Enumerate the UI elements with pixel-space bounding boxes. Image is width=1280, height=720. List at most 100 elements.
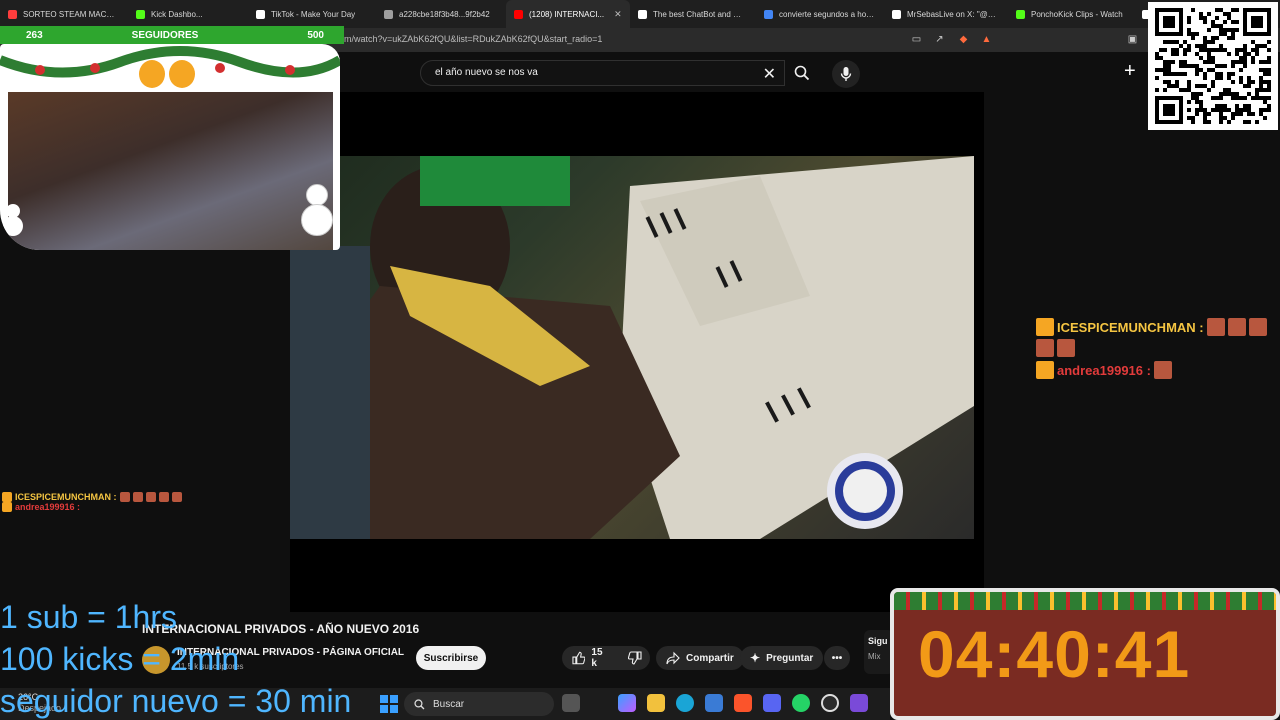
tab-favicon-icon	[514, 9, 523, 19]
sidebar-toggle-icon[interactable]: ▣	[1126, 33, 1139, 46]
chat-username: andrea199916 :	[1057, 362, 1151, 378]
brave-shield-icon[interactable]: ◆	[957, 33, 970, 46]
timer-garland	[894, 592, 1276, 610]
search-icon	[414, 698, 425, 709]
timer-value: 04:40:41	[918, 617, 1191, 691]
screen: SORTEO STEAM MACHETE Kick Dashbo... TikTok…	[0, 0, 1280, 720]
video-player[interactable]	[290, 92, 984, 612]
rule-line: seguidor nuevo = 30 min	[0, 683, 352, 719]
ask-label: Preguntar	[766, 652, 814, 664]
tab-favicon-icon	[136, 9, 145, 19]
url-text[interactable]: youtube.com/watch?v=ukZAbK62fQU&list=RDu…	[300, 34, 602, 44]
taskbar-search[interactable]: Buscar	[404, 692, 554, 716]
video-still	[290, 156, 974, 539]
like-button[interactable]: 15 k	[562, 646, 620, 670]
browser-tab[interactable]: a228cbe18f3b48...9f2b42	[376, 0, 506, 28]
tab-label: (1208) INTERNACI...	[529, 9, 605, 19]
start-button[interactable]	[380, 695, 398, 713]
chat-username: andrea199916 :	[15, 502, 81, 512]
browser-tab[interactable]: The best ChatBot and Wid...	[630, 0, 756, 28]
edge-browser-icon[interactable]	[676, 694, 694, 712]
store-icon[interactable]	[705, 694, 723, 712]
share-icon[interactable]: ↗	[933, 33, 946, 46]
browser-tab[interactable]: TikTok - Make Your Day	[248, 0, 376, 28]
tab-favicon-icon	[764, 9, 773, 19]
emote-icon	[1227, 318, 1246, 336]
rule-line: 100 kicks = 2min	[0, 641, 240, 677]
subscribe-button[interactable]: Suscribirse	[416, 646, 486, 670]
browser-tab[interactable]: (1208) INTERNACI... ✕	[506, 0, 630, 28]
browser-tab-strip: SORTEO STEAM MACHETE Kick Dashbo... TikTok…	[0, 0, 1280, 28]
badge-icon	[2, 502, 12, 512]
chat-message: ICESPICEMUNCHMAN :	[1036, 318, 1276, 357]
up-next-label: Sigu	[868, 636, 888, 646]
snowman-icon	[300, 184, 334, 240]
chat-username: ICESPICEMUNCHMAN :	[15, 492, 117, 502]
task-view-icon[interactable]	[562, 694, 580, 712]
browser-tab[interactable]: convierte segundos a hora...	[756, 0, 884, 28]
obs-icon[interactable]	[821, 694, 839, 712]
browser-tab[interactable]: PonchoKick Clips - Watch	[1008, 0, 1134, 28]
emote-icon	[1036, 339, 1054, 357]
copilot-icon[interactable]	[618, 694, 636, 712]
rewards-icon[interactable]: ▲	[980, 33, 993, 46]
browser-tab[interactable]: Kick Dashbo...	[128, 0, 248, 28]
tab-label: The best ChatBot and Wid...	[653, 9, 748, 19]
taskbar-search-placeholder: Buscar	[433, 698, 465, 710]
brave-browser-icon[interactable]	[734, 694, 752, 712]
followers-goal: 500	[307, 29, 324, 41]
tab-favicon-icon	[1016, 9, 1025, 19]
ask-button[interactable]: ✦ Preguntar	[740, 646, 824, 670]
more-actions-button[interactable]: •••	[824, 646, 850, 670]
windows-icon	[380, 695, 388, 703]
share-label: Compartir	[686, 652, 734, 664]
close-tab-icon[interactable]: ✕	[614, 9, 622, 20]
emote-icon	[1057, 339, 1075, 357]
webcam-feed	[8, 92, 333, 250]
qr-code	[1148, 2, 1278, 130]
followers-label: SEGUIDORES	[131, 29, 199, 41]
share-arrow-icon	[666, 651, 680, 665]
create-plus-icon[interactable]: +	[1124, 60, 1136, 83]
emote-icon	[1248, 318, 1267, 336]
tab-favicon-icon	[8, 9, 17, 19]
browser-tab[interactable]: SORTEO STEAM MACHETE	[0, 0, 128, 28]
chat-username: ICESPICEMUNCHMAN :	[1057, 319, 1204, 335]
thumbs-down-icon	[628, 651, 642, 665]
emote-icon	[145, 492, 156, 502]
emote-icon	[171, 492, 182, 502]
app-icon[interactable]	[850, 694, 868, 712]
webcam-overlay	[0, 44, 340, 250]
discord-icon[interactable]	[763, 694, 781, 712]
chat-message: andrea199916 :	[1036, 361, 1276, 379]
microphone-icon	[840, 67, 852, 81]
voice-search-button[interactable]	[832, 60, 860, 88]
qr-code-graphic	[1155, 8, 1271, 124]
like-count: 15 k	[591, 647, 603, 669]
dislike-button[interactable]	[620, 646, 650, 670]
emote-icon	[119, 492, 130, 502]
rule-line: 1 sub = 1hrs	[0, 599, 177, 635]
thumbs-up-icon	[572, 651, 586, 665]
subathon-timer: 04:40:41	[890, 588, 1280, 720]
search-input[interactable]: el año nuevo se nos va ✕	[420, 60, 785, 86]
cast-icon[interactable]: ▭	[910, 33, 923, 46]
video-frame[interactable]	[290, 156, 974, 539]
tab-favicon-icon	[256, 9, 265, 19]
file-explorer-icon[interactable]	[647, 694, 665, 712]
followers-count: 263	[26, 29, 43, 41]
chat-message: ICESPICEMUNCHMAN :	[2, 492, 182, 502]
emote-icon	[1206, 318, 1225, 336]
badge-icon	[1036, 318, 1054, 336]
up-next-sub: Mix	[868, 652, 881, 661]
christmas-garland	[0, 46, 340, 88]
clear-search-icon[interactable]: ✕	[763, 64, 776, 84]
more-icon: •••	[831, 652, 843, 664]
tab-label: convierte segundos a hora...	[779, 9, 876, 19]
search-button[interactable]	[785, 60, 819, 86]
tab-label: Kick Dashbo...	[151, 9, 203, 19]
whatsapp-icon[interactable]	[792, 694, 810, 712]
browser-tab[interactable]: MrSebasLive on X: "@Cau...	[884, 0, 1008, 28]
snowman-icon	[2, 204, 24, 240]
share-button[interactable]: Compartir	[656, 646, 744, 670]
